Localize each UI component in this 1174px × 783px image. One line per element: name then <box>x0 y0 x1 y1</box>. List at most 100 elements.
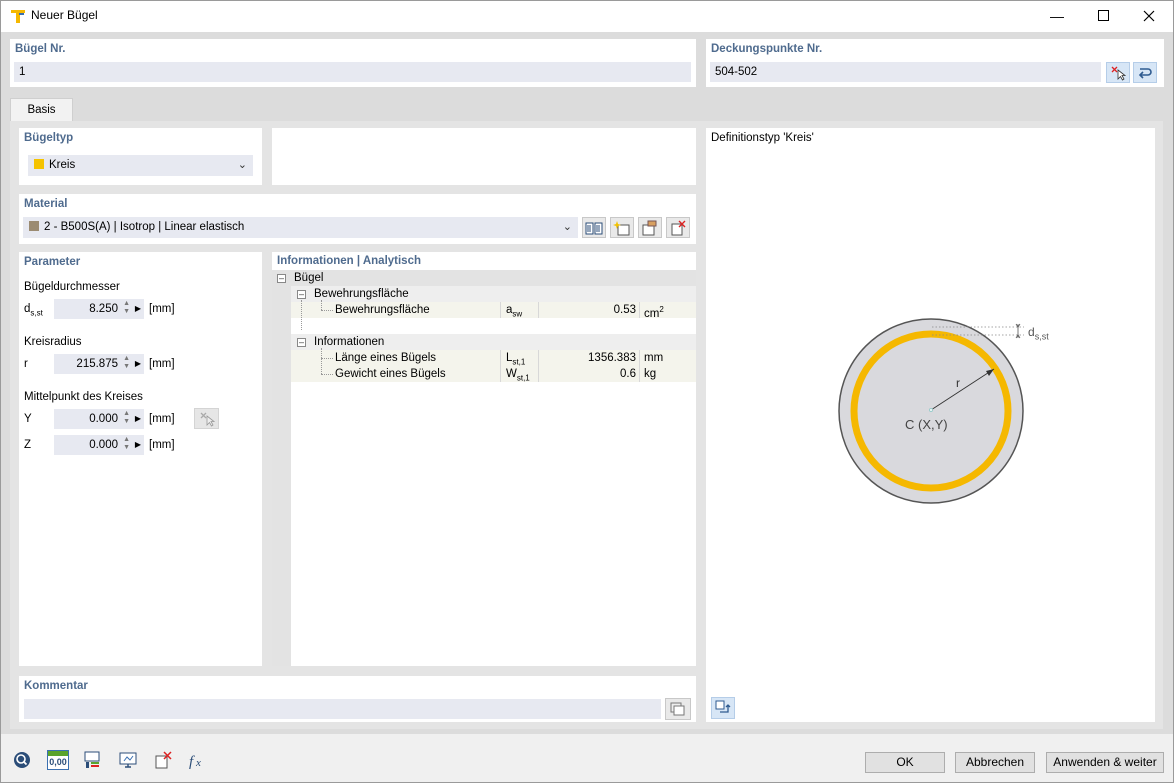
comment-library-button[interactable] <box>665 698 691 720</box>
units-button[interactable]: 0,00 <box>45 748 71 772</box>
model-view-button[interactable] <box>80 748 106 772</box>
pick-center-button[interactable] <box>194 408 219 429</box>
center-label: Mittelpunkt des Kreises <box>24 391 143 403</box>
diameter-symbol: ds,st <box>24 303 43 318</box>
cancel-button[interactable]: Abbrechen <box>955 752 1035 773</box>
delete-icon <box>155 751 172 769</box>
weight-label: Gewicht eines Bügels <box>335 368 446 380</box>
swap-view-button[interactable] <box>711 697 735 719</box>
stirrup-number-panel: Bügel Nr. 1 <box>10 39 696 87</box>
center-label: C (X,Y) <box>905 417 948 432</box>
tree-group1-label: Bewehrungsfläche <box>314 288 409 300</box>
preview-panel: Definitionstyp 'Kreis' r C (X,Y) ds,st <box>706 128 1155 722</box>
tree-line <box>321 300 322 310</box>
tab-basis[interactable]: Basis <box>10 98 73 121</box>
column-divider <box>639 350 640 382</box>
delete-button[interactable] <box>150 748 176 772</box>
pick-cursor-icon <box>1111 66 1126 81</box>
arrow-right-icon[interactable]: ▶ <box>135 435 141 455</box>
display-button[interactable] <box>115 748 141 772</box>
material-library-button[interactable] <box>582 217 606 238</box>
help-button[interactable] <box>9 748 35 772</box>
search-help-icon <box>14 752 30 768</box>
material-dropdown[interactable]: 2 - B500S(A) | Isotrop | Linear elastisc… <box>23 217 578 238</box>
parameters-title: Parameter <box>24 256 81 268</box>
center-y-symbol: Y <box>24 413 32 425</box>
tree-group2-label: Informationen <box>314 336 385 348</box>
title-bar <box>0 0 1174 32</box>
arrow-right-icon[interactable]: ▶ <box>135 409 141 429</box>
new-material-icon <box>613 220 630 235</box>
delete-material-icon <box>671 220 686 235</box>
delete-material-button[interactable] <box>666 217 690 238</box>
tree-line <box>321 348 322 374</box>
spinner-icon[interactable]: ▲ ▼ <box>123 410 130 426</box>
tree-line <box>321 358 333 359</box>
column-divider <box>639 302 640 318</box>
collapse-icon[interactable]: – <box>297 338 306 347</box>
material-panel: Material 2 - B500S(A) | Isotrop | Linear… <box>19 194 696 244</box>
radius-label: Kreisradius <box>24 336 82 348</box>
info-panel: Informationen | Analytisch – Bügel – Bew… <box>272 252 696 666</box>
dimension-label: ds,st <box>1028 325 1049 342</box>
ok-button[interactable]: OK <box>865 752 945 773</box>
tree-gutter <box>272 270 291 666</box>
spinner-icon[interactable]: ▲ ▼ <box>123 355 130 371</box>
formula-icon: fx <box>189 754 201 770</box>
column-divider <box>538 302 539 318</box>
center-y-value: 0.000 <box>89 413 118 425</box>
stirrup-number-field[interactable]: 1 <box>14 62 691 82</box>
maximize-icon[interactable] <box>1080 0 1126 31</box>
units-icon: 0,00 <box>47 750 69 770</box>
tree-root-label: Bügel <box>294 272 324 284</box>
material-value: 2 - B500S(A) | Isotrop | Linear elastisc… <box>44 221 245 233</box>
pick-points-button[interactable] <box>1106 62 1130 83</box>
pick-cursor-icon <box>200 412 215 427</box>
apply-continue-button[interactable]: Anwenden & weiter <box>1046 752 1164 773</box>
info-title: Informationen | Analytisch <box>277 255 422 267</box>
length-symbol: Lst,1 <box>506 352 526 367</box>
column-divider <box>500 350 501 382</box>
edit-material-icon <box>642 220 657 235</box>
stirrup-type-panel: Bügeltyp Kreis ⌄ <box>19 128 262 185</box>
svg-text:f: f <box>189 754 195 770</box>
chevron-down-icon: ⌄ <box>237 159 247 171</box>
comment-input[interactable] <box>24 699 661 719</box>
weight-symbol: Wst,1 <box>506 368 530 383</box>
monitor-icon <box>119 752 137 768</box>
close-icon[interactable] <box>1126 0 1172 31</box>
center-z-symbol: Z <box>24 439 32 451</box>
new-material-button[interactable] <box>610 217 634 238</box>
collapse-icon[interactable]: – <box>277 274 286 283</box>
stirrup-type-dropdown[interactable]: Kreis ⌄ <box>28 155 253 176</box>
radius-input[interactable]: 215.875 ▲ ▼ ▶ <box>54 354 144 374</box>
tree-line <box>321 374 333 375</box>
copy-icon <box>670 702 685 716</box>
cover-points-field[interactable]: 504-502 <box>710 62 1101 82</box>
arrow-right-icon[interactable]: ▶ <box>135 299 141 319</box>
book-icon <box>585 222 603 234</box>
reverse-button[interactable] <box>1133 62 1157 83</box>
diameter-input[interactable]: 8.250 ▲ ▼ ▶ <box>54 299 144 319</box>
minimize-icon[interactable]: — <box>1034 0 1080 31</box>
center-z-input[interactable]: 0.000 ▲ ▼ ▶ <box>54 435 144 455</box>
spinner-icon[interactable]: ▲ ▼ <box>123 436 130 452</box>
collapse-icon[interactable]: – <box>297 290 306 299</box>
parameters-panel: Parameter Bügeldurchmesser ds,st 8.250 ▲… <box>19 252 262 666</box>
formula-button[interactable]: fx <box>185 748 211 772</box>
center-y-input[interactable]: 0.000 ▲ ▼ ▶ <box>54 409 144 429</box>
edit-material-button[interactable] <box>638 217 662 238</box>
blank-panel <box>272 128 696 185</box>
tree-line <box>301 300 302 330</box>
material-swatch <box>29 220 39 231</box>
material-label: Material <box>24 198 68 210</box>
area-unit: cm2 <box>644 305 664 320</box>
area-symbol: asw <box>506 304 523 319</box>
diameter-value: 8.250 <box>89 303 118 315</box>
column-divider <box>538 350 539 382</box>
stirrup-type-label: Bügeltyp <box>24 132 74 144</box>
cover-points-label: Deckungspunkte Nr. <box>711 43 823 55</box>
spinner-icon[interactable]: ▲ ▼ <box>123 300 130 316</box>
svg-text:x: x <box>195 757 201 769</box>
arrow-right-icon[interactable]: ▶ <box>135 354 141 374</box>
